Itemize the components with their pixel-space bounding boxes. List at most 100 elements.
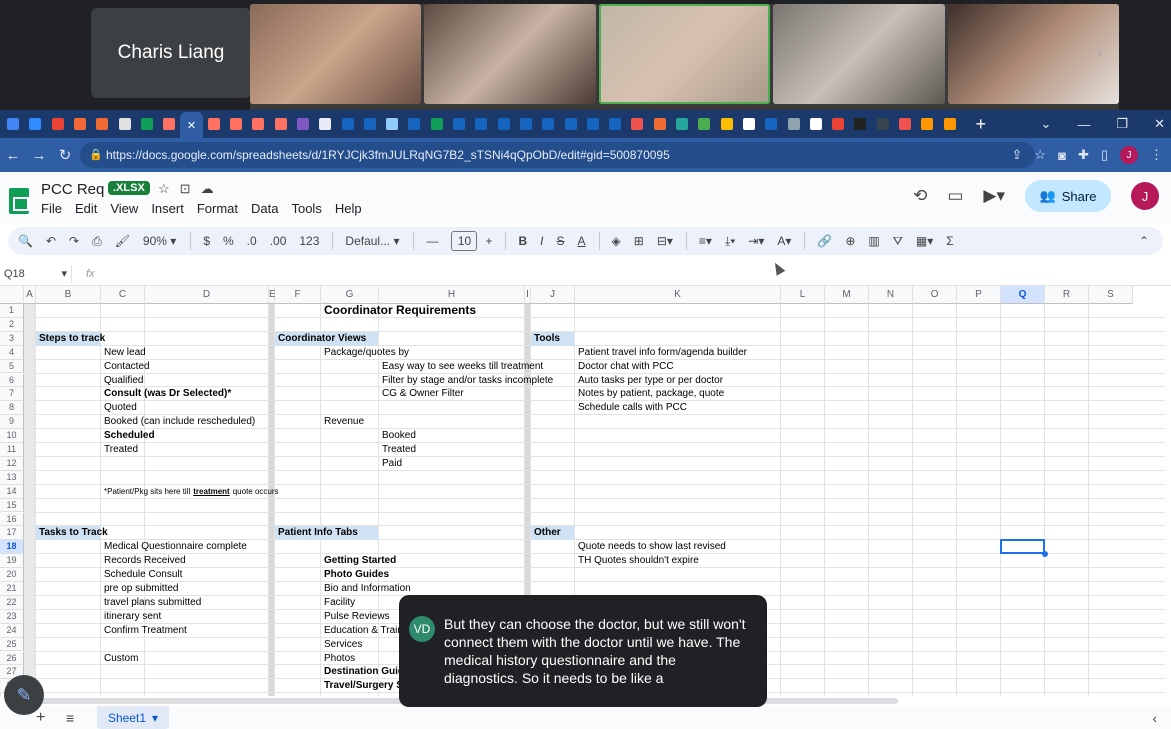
column-header-o[interactable]: O — [913, 286, 957, 304]
patient-tab-cell[interactable]: Travel/Surgery Sc — [324, 679, 409, 693]
column-header-q[interactable]: Q — [1001, 286, 1045, 304]
column-header-g[interactable]: G — [321, 286, 379, 304]
patient-tab-cell[interactable]: Destination Guid — [324, 665, 404, 679]
step-cell[interactable]: Scheduled — [104, 429, 155, 443]
row-header-3[interactable]: 3 — [0, 331, 24, 346]
note-cell[interactable]: *Patient/Pkg sits here till treatment quot… — [104, 485, 279, 499]
browser-tab[interactable] — [136, 113, 158, 135]
column-header-j[interactable]: J — [531, 286, 575, 304]
font-size-input[interactable]: 10 — [451, 231, 478, 251]
task-cell[interactable]: Confirm Treatment — [104, 624, 187, 638]
browser-tab[interactable] — [894, 113, 916, 135]
filter-views-icon[interactable]: ▦▾ — [916, 234, 933, 248]
browser-tab[interactable] — [203, 113, 225, 135]
step-cell[interactable]: Consult (was Dr Selected)* — [104, 387, 231, 401]
revenue-item-cell[interactable]: Booked — [382, 429, 416, 443]
font-size-decrease-button[interactable]: — — [426, 234, 438, 248]
patient-tab-cell[interactable]: Getting Started — [324, 554, 396, 568]
history-icon[interactable]: ⟲ — [913, 186, 927, 206]
selected-cell-q18[interactable] — [1000, 539, 1045, 555]
text-rotation-icon[interactable]: A▾ — [777, 234, 791, 248]
participant-name-tile[interactable]: Charis Liang — [91, 8, 251, 98]
column-header-r[interactable]: R — [1045, 286, 1089, 304]
browser-tab[interactable] — [537, 113, 559, 135]
patient-tab-cell[interactable]: Facility — [324, 596, 355, 610]
header-tools[interactable]: Tools — [531, 331, 574, 346]
header-other[interactable]: Other — [531, 526, 574, 541]
column-header-n[interactable]: N — [869, 286, 913, 304]
browser-tab[interactable] — [113, 113, 135, 135]
browser-tab[interactable] — [760, 113, 782, 135]
forward-icon[interactable]: → — [26, 147, 52, 164]
doc-title[interactable]: PCC Req — [41, 181, 104, 198]
meet-icon[interactable]: ▶▾ — [983, 186, 1005, 206]
browser-tab[interactable] — [24, 113, 46, 135]
tool-item-cell[interactable]: Schedule calls with PCC — [578, 401, 687, 415]
browser-tab[interactable] — [782, 113, 804, 135]
browser-tab[interactable] — [626, 113, 648, 135]
patient-tab-cell[interactable]: Photos — [324, 652, 355, 666]
row-header-25[interactable]: 25 — [0, 637, 24, 652]
chevron-down-icon[interactable]: ⌄ — [1041, 116, 1052, 132]
browser-tab[interactable] — [693, 113, 715, 135]
browser-tab[interactable] — [559, 113, 581, 135]
row-header-5[interactable]: 5 — [0, 359, 24, 374]
browser-tab[interactable] — [938, 113, 960, 135]
puzzle-icon[interactable]: ✚ — [1078, 147, 1089, 163]
row-header-7[interactable]: 7 — [0, 387, 24, 402]
package-label-cell[interactable]: Package/quotes by — [324, 346, 409, 360]
header-coordinator-views[interactable]: Coordinator Views — [275, 331, 378, 346]
add-sheet-button[interactable]: + — [36, 709, 45, 727]
browser-tab[interactable] — [426, 113, 448, 135]
filter-icon[interactable]: ⛛ — [893, 234, 903, 249]
column-header-f[interactable]: F — [275, 286, 321, 304]
browser-tab[interactable] — [448, 113, 470, 135]
comment-icon[interactable]: ▭ — [947, 186, 963, 206]
row-header-23[interactable]: 23 — [0, 609, 24, 624]
browser-tab[interactable] — [158, 113, 180, 135]
merge-cells-icon[interactable]: ⊟▾ — [657, 234, 673, 248]
all-sheets-icon[interactable]: ≡ — [66, 710, 74, 726]
select-all-corner[interactable] — [0, 286, 24, 304]
browser-tab[interactable] — [716, 113, 738, 135]
patient-tab-cell[interactable]: Bio and Information — [324, 582, 411, 596]
column-header-l[interactable]: L — [781, 286, 825, 304]
star-icon[interactable]: ☆ — [1034, 147, 1046, 163]
chevron-right-icon[interactable]: › — [1096, 42, 1103, 65]
browser-tab[interactable] — [470, 113, 492, 135]
new-tab-button[interactable]: + — [971, 114, 991, 135]
browser-tab[interactable] — [247, 113, 269, 135]
name-box[interactable]: Q18 ▾ — [0, 264, 72, 283]
insert-link-icon[interactable]: 🔗 — [817, 234, 832, 248]
browser-tab[interactable] — [69, 113, 91, 135]
minimize-icon[interactable]: — — [1077, 117, 1090, 132]
row-header-18[interactable]: 18 — [0, 540, 24, 555]
search-icon[interactable]: 🔍 — [18, 234, 33, 248]
task-cell[interactable]: Schedule Consult — [104, 568, 182, 582]
participant-video-active-speaker[interactable] — [598, 4, 771, 104]
chevron-left-icon[interactable]: ‹ — [1152, 710, 1157, 726]
browser-tab[interactable] — [515, 113, 537, 135]
reload-icon[interactable]: ↻ — [52, 146, 78, 164]
browser-tab[interactable] — [649, 113, 671, 135]
restore-icon[interactable]: ❐ — [1116, 116, 1128, 132]
sheets-logo-icon[interactable] — [9, 188, 29, 214]
strikethrough-icon[interactable]: S — [557, 234, 565, 248]
row-header-6[interactable]: 6 — [0, 373, 24, 388]
menu-insert[interactable]: Insert — [151, 201, 184, 216]
row-header-24[interactable]: 24 — [0, 623, 24, 638]
zoom-select[interactable]: 90% ▾ — [143, 234, 176, 248]
tool-item-cell[interactable]: Notes by patient, package, quote — [578, 387, 724, 401]
step-cell[interactable]: Contacted — [104, 360, 150, 374]
browser-tab[interactable] — [270, 113, 292, 135]
browser-tab[interactable] — [2, 113, 24, 135]
browser-tab[interactable] — [314, 113, 336, 135]
step-cell[interactable]: Quoted — [104, 401, 137, 415]
insert-comment-icon[interactable]: ⊕ — [845, 234, 855, 248]
row-header-21[interactable]: 21 — [0, 582, 24, 596]
decrease-decimal-button[interactable]: .0 — [247, 234, 257, 248]
task-cell[interactable]: Custom — [104, 652, 138, 666]
browser-tab[interactable] — [604, 113, 626, 135]
more-vert-icon[interactable]: ⋮ — [1150, 147, 1163, 163]
browser-tab[interactable] — [671, 113, 693, 135]
